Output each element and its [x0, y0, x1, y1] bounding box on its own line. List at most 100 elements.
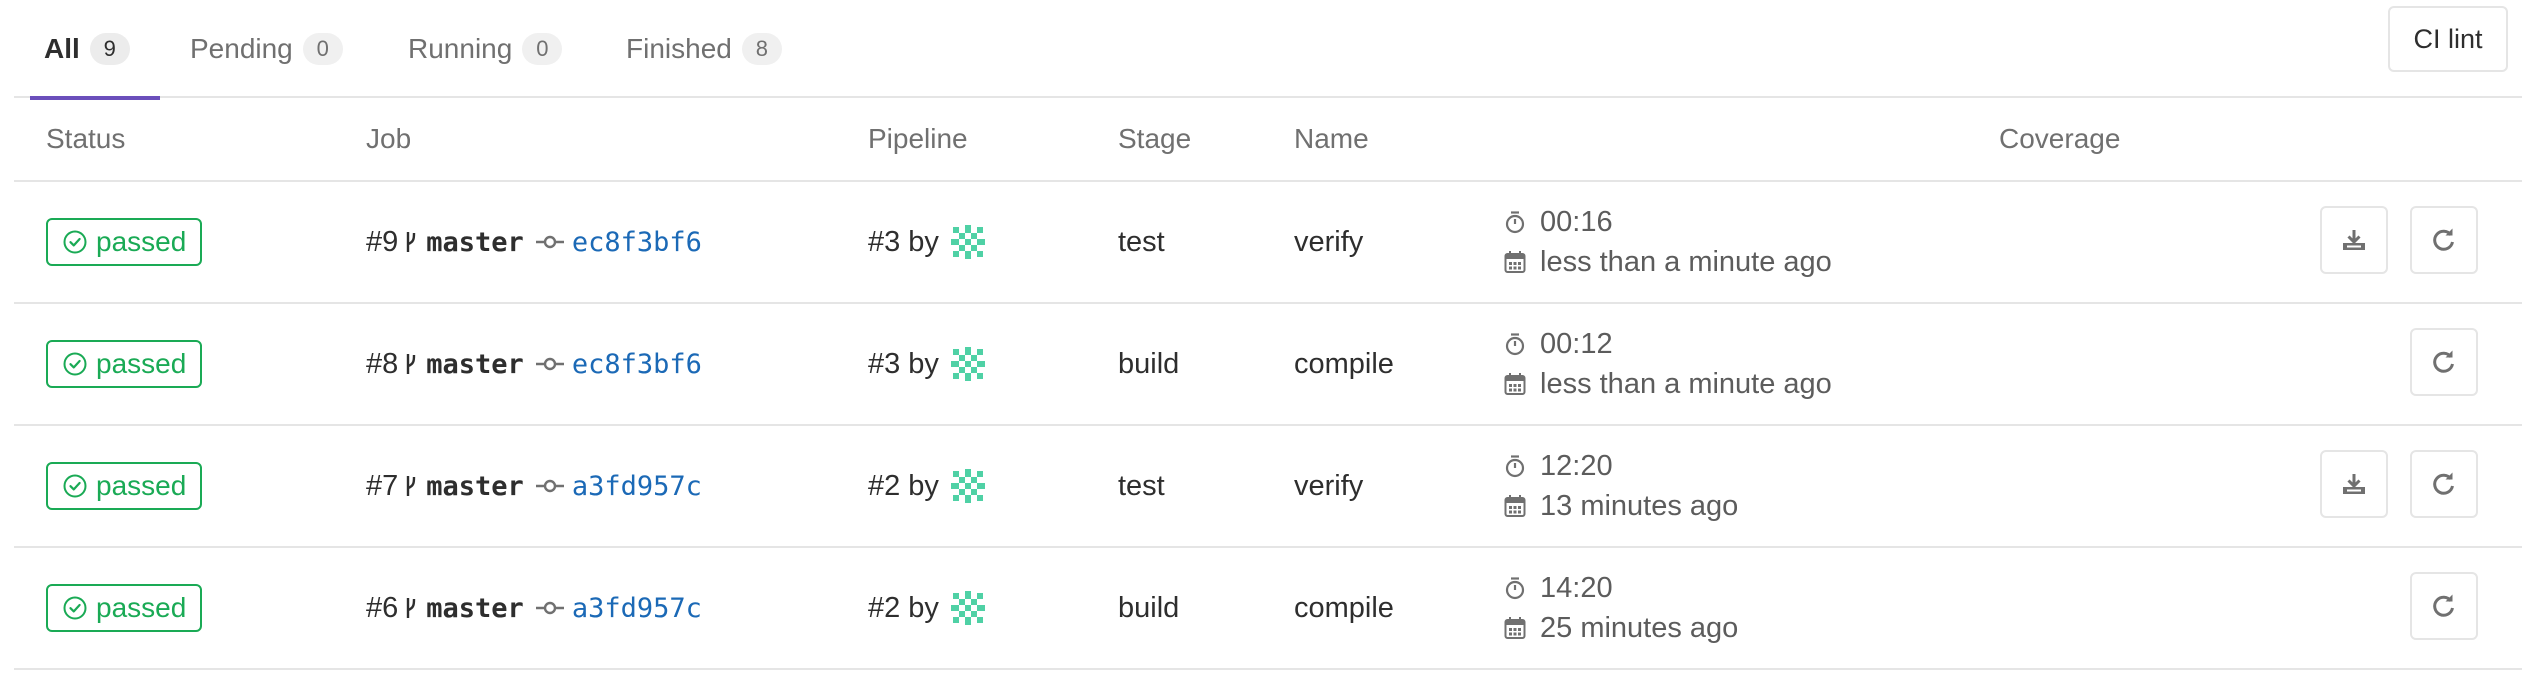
column-job: Job	[366, 123, 412, 154]
status-badge[interactable]: passed	[46, 584, 203, 632]
status-cell: passed	[46, 182, 203, 302]
branch-icon	[404, 596, 418, 620]
duration-line: 14:20	[1504, 568, 1738, 608]
timer-icon	[1505, 211, 1525, 234]
download-artifacts-button[interactable]	[2320, 450, 2388, 518]
identicon-avatar[interactable]	[949, 223, 987, 261]
column-coverage: Coverage	[1999, 123, 2121, 154]
tab-label: Pending	[190, 33, 293, 64]
download-icon	[2343, 230, 2365, 250]
stage-cell: test	[1118, 469, 1165, 502]
job-link[interactable]: #6	[366, 592, 398, 625]
timing-cell: 12:20 13 minutes ago	[1504, 426, 1738, 546]
commit-icon	[535, 600, 564, 616]
column-pipeline: Pipeline	[868, 123, 968, 154]
tab-count-badge: 8	[741, 33, 782, 65]
stage-cell: build	[1118, 591, 1180, 624]
branch-link[interactable]: master	[426, 471, 524, 502]
job-link[interactable]: #7	[366, 470, 398, 503]
check-circle-icon	[63, 596, 87, 620]
pipeline-link[interactable]: #2	[868, 470, 900, 503]
status-text: passed	[96, 470, 187, 501]
finished-text: 13 minutes ago	[1540, 489, 1739, 522]
calendar-icon	[1504, 617, 1526, 639]
duration-text: 00:16	[1540, 205, 1613, 238]
tab-finished[interactable]: Finished 8	[626, 0, 782, 98]
commit-sha-link[interactable]: ec8f3bf6	[572, 227, 702, 258]
name-cell: compile	[1294, 591, 1394, 624]
branch-link[interactable]: master	[426, 227, 524, 258]
branch-icon	[404, 230, 418, 254]
table-body: passed #9 master ec8f3bf6 #3 by test ver…	[14, 182, 2522, 670]
commit-sha-link[interactable]: ec8f3bf6	[572, 349, 702, 380]
table-header: Status Job Pipeline Stage Name Coverage	[14, 98, 2522, 182]
duration-text: 12:20	[1540, 449, 1613, 482]
duration-text: 00:12	[1540, 327, 1613, 360]
pipeline-link[interactable]: #3	[868, 348, 900, 381]
status-badge[interactable]: passed	[46, 218, 203, 266]
pipeline-cell: #2 by	[868, 426, 987, 546]
name-cell: compile	[1294, 347, 1394, 380]
retry-job-button[interactable]	[2410, 206, 2478, 274]
status-badge[interactable]: passed	[46, 340, 203, 388]
pipeline-cell: #2 by	[868, 548, 987, 668]
status-badge[interactable]: passed	[46, 462, 203, 510]
finished-line: less than a minute ago	[1504, 242, 1832, 282]
retry-job-button[interactable]	[2410, 328, 2478, 396]
tab-label: Running	[408, 33, 513, 64]
table-row: passed #9 master ec8f3bf6 #3 by test ver…	[14, 182, 2522, 304]
status-text: passed	[96, 348, 187, 379]
pipeline-link[interactable]: #2	[868, 592, 900, 625]
commit-sha-link[interactable]: a3fd957c	[572, 471, 702, 502]
tab-all[interactable]: All 9	[30, 0, 160, 100]
duration-line: 12:20	[1504, 446, 1738, 486]
tab-label: Finished	[626, 33, 732, 64]
tab-count-badge: 0	[302, 33, 343, 65]
finished-line: 25 minutes ago	[1504, 608, 1738, 648]
stage-cell: test	[1118, 225, 1165, 258]
download-icon	[2343, 474, 2365, 494]
check-circle-icon	[63, 230, 87, 254]
calendar-icon	[1504, 251, 1526, 273]
identicon-avatar[interactable]	[949, 589, 987, 627]
column-stage: Stage	[1118, 123, 1192, 154]
check-circle-icon	[63, 474, 87, 498]
table-row: passed #7 master a3fd957c #2 by test ver…	[14, 426, 2522, 548]
ci-lint-button[interactable]: CI lint	[2388, 6, 2508, 72]
timer-icon	[1505, 333, 1525, 356]
name-cell: verify	[1294, 225, 1364, 258]
commit-sha-link[interactable]: a3fd957c	[572, 593, 702, 624]
tab-label: All	[44, 33, 80, 64]
stage-cell: build	[1118, 347, 1180, 380]
timing-cell: 14:20 25 minutes ago	[1504, 548, 1738, 668]
tab-running[interactable]: Running 0	[408, 0, 563, 98]
download-artifacts-button[interactable]	[2320, 206, 2388, 274]
by-label: by	[908, 347, 939, 380]
retry-job-button[interactable]	[2410, 450, 2478, 518]
retry-icon	[2433, 228, 2454, 251]
job-cell: #6 master a3fd957c	[366, 548, 702, 668]
finished-text: 25 minutes ago	[1540, 611, 1739, 644]
job-cell: #9 master ec8f3bf6	[366, 182, 702, 302]
tab-count-badge: 0	[522, 33, 563, 65]
check-circle-icon	[63, 352, 87, 376]
identicon-avatar[interactable]	[949, 467, 987, 505]
job-link[interactable]: #9	[366, 226, 398, 259]
finished-text: less than a minute ago	[1540, 367, 1832, 400]
name-cell: verify	[1294, 469, 1364, 502]
timer-icon	[1505, 577, 1525, 600]
job-link[interactable]: #8	[366, 348, 398, 381]
tab-pending[interactable]: Pending 0	[190, 0, 343, 98]
finished-line: less than a minute ago	[1504, 364, 1832, 404]
pipeline-cell: #3 by	[868, 304, 987, 424]
retry-icon	[2433, 350, 2454, 373]
identicon-avatar[interactable]	[949, 345, 987, 383]
branch-link[interactable]: master	[426, 349, 524, 380]
branch-link[interactable]: master	[426, 593, 524, 624]
retry-job-button[interactable]	[2410, 572, 2478, 640]
job-cell: #8 master ec8f3bf6	[366, 304, 702, 424]
finished-text: less than a minute ago	[1540, 245, 1832, 278]
by-label: by	[908, 225, 939, 258]
pipeline-link[interactable]: #3	[868, 226, 900, 259]
column-status: Status	[46, 123, 126, 154]
